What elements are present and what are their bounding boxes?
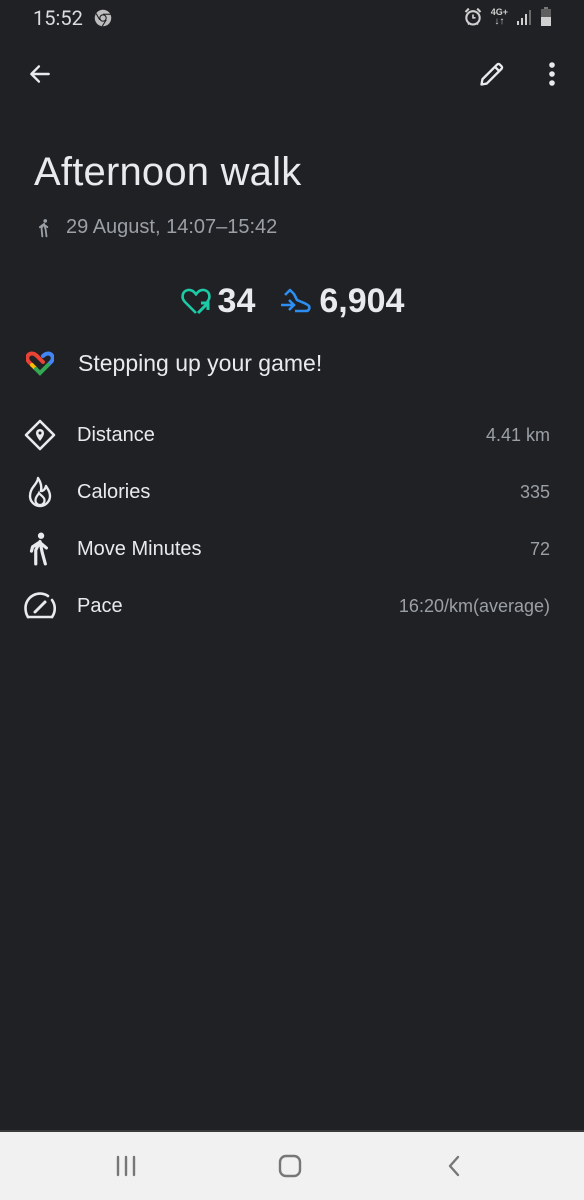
metric-row-calories[interactable]: Calories 335	[24, 472, 550, 512]
more-vert-icon	[549, 62, 555, 86]
app-bar	[0, 52, 584, 100]
metric-label: Move Minutes	[77, 537, 202, 560]
metric-value: 72	[529, 538, 550, 559]
pace-icon	[24, 592, 56, 619]
home-button[interactable]	[268, 1146, 312, 1186]
alarm-icon	[464, 7, 481, 26]
back-button[interactable]	[20, 54, 60, 94]
steps-summary: 6,904	[279, 282, 404, 321]
activity-title[interactable]: Afternoon walk	[34, 150, 301, 195]
activity-datetime: 29 August, 14:07–15:42	[66, 216, 278, 238]
metric-value: 16:20/km(average)	[398, 595, 550, 616]
motivation-text: Stepping up your game!	[78, 350, 323, 376]
status-time: 15:52	[33, 6, 83, 30]
steps-value: 6,904	[319, 282, 405, 320]
heart-points-summary: 34	[180, 282, 256, 321]
signal-icon	[517, 10, 531, 25]
metric-label: Distance	[77, 423, 155, 446]
battery-icon	[541, 7, 551, 26]
activity-datetime-row: 29 August, 14:07–15:42	[34, 216, 277, 239]
system-nav-bar	[0, 1130, 584, 1200]
heart-points-value: 34	[217, 282, 256, 320]
metric-value: 335	[519, 481, 550, 502]
status-bar: 15:52 4G+ ↓↑	[0, 0, 584, 36]
steps-icon	[281, 288, 312, 312]
metric-row-pace[interactable]: Pace 16:20/km(average)	[24, 586, 550, 626]
calories-icon	[28, 476, 52, 508]
arrow-left-icon	[30, 65, 50, 83]
motivation-row: Stepping up your game!	[26, 350, 322, 377]
network-4g-icon: 4G+ ↓↑	[491, 8, 508, 27]
recents-icon	[116, 1155, 136, 1177]
home-icon	[278, 1154, 302, 1178]
system-back-button[interactable]	[432, 1146, 476, 1186]
walking-icon	[38, 218, 49, 237]
activity-summary: 34 6,904	[0, 282, 584, 321]
metric-label: Calories	[77, 480, 151, 503]
metric-label: Pace	[77, 594, 123, 617]
data-arrows: ↓↑	[494, 16, 505, 27]
metric-row-move-minutes[interactable]: Move Minutes 72	[24, 529, 550, 569]
move-minutes-icon	[29, 532, 48, 566]
distance-icon	[24, 419, 56, 451]
more-options-button[interactable]	[532, 54, 572, 94]
back-chevron-icon	[448, 1155, 460, 1177]
recents-button[interactable]	[104, 1146, 148, 1186]
heart-points-icon	[180, 288, 211, 314]
metric-row-distance[interactable]: Distance 4.41 km	[24, 415, 550, 455]
edit-button[interactable]	[472, 54, 512, 94]
google-fit-logo-icon	[26, 350, 54, 376]
chrome-icon	[94, 9, 112, 27]
metric-value: 4.41 km	[485, 424, 550, 445]
pencil-icon	[480, 62, 504, 86]
